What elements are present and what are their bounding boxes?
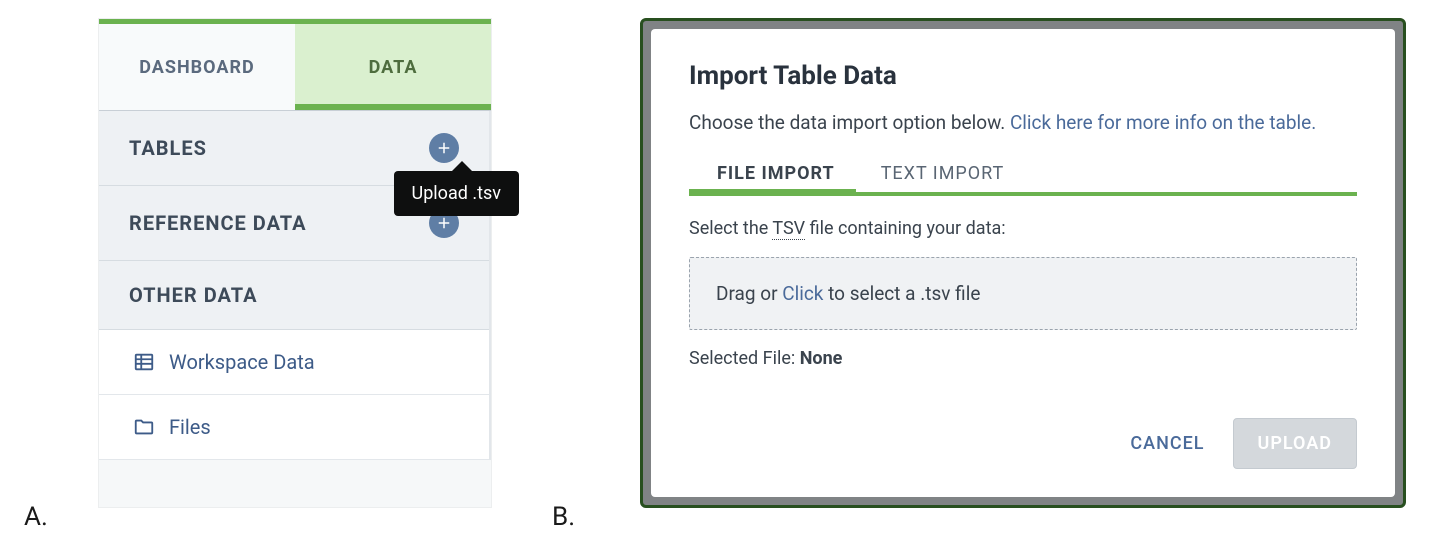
upload-tsv-tooltip: Upload .tsv: [394, 171, 519, 216]
top-tabs: DASHBOARD DATA: [99, 24, 491, 110]
figure-label-b: B.: [552, 502, 575, 532]
other-item-label: Files: [169, 415, 211, 439]
section-reference-title: REFERENCE DATA: [129, 211, 307, 235]
add-table-icon[interactable]: [429, 133, 459, 163]
tab-dashboard[interactable]: DASHBOARD: [99, 24, 295, 110]
cancel-button-label: CANCEL: [1130, 433, 1204, 454]
file-dropzone[interactable]: Drag or Click to select a .tsv file: [689, 257, 1357, 330]
import-tabs-underline: [689, 192, 1357, 196]
dialog-description: Choose the data import option below. Cli…: [689, 109, 1357, 137]
tab-text-import-label: TEXT IMPORT: [881, 163, 1005, 184]
section-list: TABLES Upload .tsv REFERENCE DATA OTHER …: [99, 111, 491, 330]
dialog-footer: CANCEL UPLOAD: [689, 418, 1357, 469]
other-item-files[interactable]: Files: [99, 395, 489, 460]
other-item-label: Workspace Data: [169, 350, 315, 374]
tab-file-import-label: FILE IMPORT: [717, 163, 835, 184]
tab-data-label: DATA: [369, 57, 418, 78]
section-tables-title: TABLES: [129, 136, 207, 160]
figure-label-a: A.: [24, 502, 48, 532]
other-item-workspace-data[interactable]: Workspace Data: [99, 330, 489, 395]
section-other-title: OTHER DATA: [129, 283, 258, 307]
tab-dashboard-label: DASHBOARD: [139, 57, 254, 78]
tab-file-import[interactable]: FILE IMPORT: [717, 163, 835, 192]
tab-text-import[interactable]: TEXT IMPORT: [881, 163, 1005, 192]
dropzone-prefix: Drag or: [716, 282, 782, 305]
select-file-instruction: Select the TSV file containing your data…: [689, 218, 1357, 239]
selected-file-value: None: [800, 348, 843, 369]
table-icon: [133, 351, 155, 373]
tsv-abbr: TSV: [772, 218, 805, 240]
folder-icon: [133, 416, 155, 438]
upload-button[interactable]: UPLOAD: [1233, 418, 1358, 469]
dropzone-suffix: to select a .tsv file: [823, 282, 980, 305]
selected-file-line: Selected File: None: [689, 348, 1357, 369]
panel-a-sidebar: DASHBOARD DATA TABLES Upload .tsv REFERE…: [98, 18, 492, 508]
tooltip-text: Upload .tsv: [412, 183, 501, 204]
section-other-data[interactable]: OTHER DATA: [99, 261, 489, 330]
more-info-link[interactable]: Click here for more info on the table.: [1010, 111, 1316, 134]
cancel-button[interactable]: CANCEL: [1122, 419, 1212, 468]
panel-b-dialog-backdrop: Import Table Data Choose the data import…: [640, 18, 1406, 508]
tab-data[interactable]: DATA: [295, 24, 491, 110]
dialog-title: Import Table Data: [689, 61, 1357, 91]
select-suffix: file containing your data:: [805, 218, 1005, 239]
dialog-description-text: Choose the data import option below.: [689, 111, 1010, 134]
section-tables[interactable]: TABLES Upload .tsv: [99, 111, 489, 186]
import-table-data-dialog: Import Table Data Choose the data import…: [651, 29, 1395, 497]
import-tabs: FILE IMPORT TEXT IMPORT: [689, 163, 1357, 192]
select-prefix: Select the: [689, 218, 772, 239]
upload-button-label: UPLOAD: [1258, 433, 1333, 454]
selected-file-label: Selected File:: [689, 348, 800, 369]
dropzone-click-link[interactable]: Click: [782, 282, 823, 305]
tab-active-underline: [295, 104, 491, 110]
other-data-list: Workspace Data Files: [99, 330, 491, 460]
